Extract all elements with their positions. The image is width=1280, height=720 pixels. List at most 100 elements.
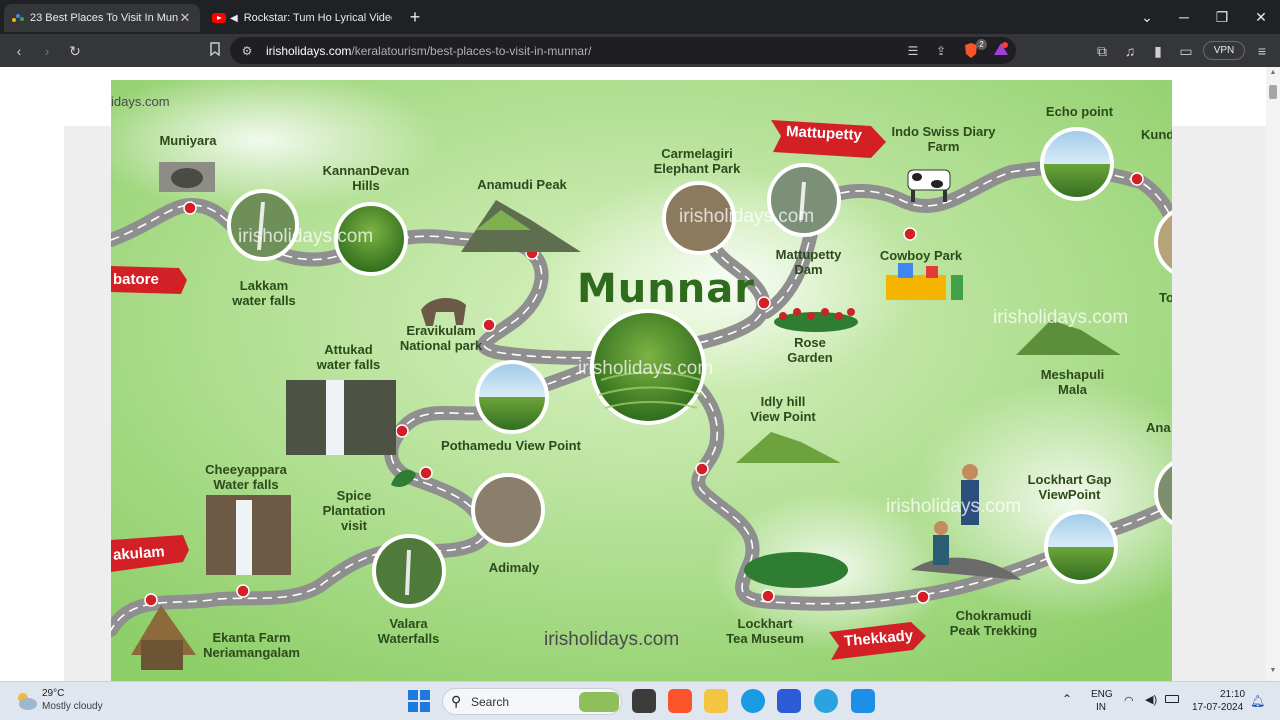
show-hidden-icons-chevron-icon[interactable]: ⌃ (1062, 692, 1072, 706)
sidebar-icon[interactable]: ▮ (1147, 40, 1169, 62)
label-spice-plantation-visit: Spice Plantation visit (322, 488, 386, 533)
label-lockhart-tea-museum: Lockhart Tea Museum (726, 616, 804, 646)
label-chokramudi-peak-trekking: Chokramudi Peak Trekking (949, 608, 1038, 638)
file-explorer-icon[interactable] (704, 689, 728, 713)
label-rose-garden: Rose Garden (787, 335, 833, 365)
maximize-button[interactable]: ❐ (1211, 6, 1233, 28)
label-lockhart-gap-viewpoint: Lockhart Gap ViewPoint (1027, 472, 1112, 502)
map-title: Munnar (577, 266, 755, 312)
close-window-button[interactable]: ✕ (1250, 6, 1272, 28)
url-text: irisholidays.com/keralatourism/best-plac… (266, 43, 592, 58)
label-valara-waterfalls: Valara Waterfalls (377, 616, 440, 646)
site-settings-icon[interactable]: ⚙ (238, 42, 256, 60)
label-kannandevan-hills: KannanDevan Hills (322, 163, 410, 193)
minimize-button[interactable]: ─ (1173, 6, 1195, 28)
extensions-icon[interactable]: ⧉ (1091, 40, 1113, 62)
label-muniyara: Muniyara (159, 133, 217, 148)
top-brand-text: idays.com (111, 94, 170, 109)
label-cheeyappara-water-falls: Cheeyappara Water falls (205, 462, 287, 492)
label-carmelagiri-elephant-park: Carmelagiri Elephant Park (653, 146, 741, 176)
munnar-tourist-map: idays.com irisholidays.com irisholidays.… (111, 80, 1172, 681)
label-anayirangal: Ana (1146, 420, 1171, 435)
label-eravikulam-national-park: Eravikulam National park (399, 323, 483, 353)
watermark-text: irisholidays.com (993, 307, 1129, 328)
label-indo-swiss-diary-farm: Indo Swiss Diary Farm (891, 124, 996, 154)
wifi-icon[interactable]: ◠ (1124, 694, 1134, 707)
volume-icon[interactable]: ◀) (1145, 693, 1157, 706)
label-anamudi-peak: Anamudi Peak (477, 177, 567, 192)
page-scrollbar[interactable]: ▲ ▼ (1266, 67, 1280, 681)
windows-taskbar: 29°C Mostly cloudy ⚲ Search ⌃ ENG IN ◠ ◀… (0, 681, 1280, 720)
label-attukad-water-falls: Attukad water falls (316, 342, 381, 372)
new-tab-button[interactable]: + (404, 6, 426, 28)
clock-time[interactable]: 21:10 (1220, 689, 1245, 700)
watermark-text: irisholidays.com (238, 226, 374, 247)
battery-icon[interactable] (1165, 695, 1179, 703)
edge-browser-icon[interactable] (741, 689, 765, 713)
watermark-text: irisholidays.com (578, 358, 714, 379)
weather-cloudy-icon[interactable] (14, 690, 38, 717)
label-cowboy-park: Cowboy Park (879, 248, 963, 263)
weather-description[interactable]: Mostly cloudy (42, 701, 103, 712)
menu-icon[interactable]: ≡ (1251, 40, 1273, 62)
forward-button[interactable]: › (36, 40, 58, 62)
app-icon[interactable] (851, 689, 875, 713)
windows-start-icon[interactable] (408, 690, 430, 717)
speaker-icon[interactable]: ◀ (230, 13, 238, 24)
bookmark-icon[interactable] (204, 40, 226, 62)
search-highlight-icon (579, 692, 619, 712)
browser-tab-bar: 23 Best Places To Visit In Munnar ✕ ◀ Ro… (0, 0, 1280, 34)
irisholidays-favicon-icon (12, 12, 24, 24)
search-icon: ⚲ (451, 693, 462, 709)
search-placeholder: Search (471, 695, 510, 709)
label-pothamedu-view-point: Pothamedu View Point (441, 438, 581, 453)
scrollbar-thumb[interactable] (1269, 85, 1277, 99)
tab-title: Rockstar: Tum Ho Lyrical Video S (243, 12, 392, 24)
label-mattupetty-dam: Mattupetty Dam (775, 247, 842, 277)
reload-button[interactable]: ↻ (64, 40, 86, 62)
taskbar-search-box[interactable]: ⚲ Search (442, 688, 622, 715)
share-icon[interactable]: ⇪ (932, 42, 950, 60)
youtube-favicon-icon (212, 13, 226, 23)
brave-rewards-icon[interactable] (992, 42, 1010, 60)
wallet-icon[interactable]: ▭ (1175, 40, 1197, 62)
language-region[interactable]: IN (1096, 702, 1106, 713)
watermark-text: irisholidays.com (886, 496, 1022, 517)
tab-search-chevron-icon[interactable]: ⌄ (1136, 6, 1158, 28)
telegram-icon[interactable] (814, 689, 838, 713)
weather-temperature[interactable]: 29°C (42, 688, 64, 699)
media-icon[interactable]: ♫ (1119, 40, 1141, 62)
ribbon-coimbatore: batore (113, 271, 159, 288)
label-kundala: Kund (1141, 127, 1172, 142)
language-indicator[interactable]: ENG (1091, 689, 1113, 700)
label-echo-point: Echo point (1045, 104, 1114, 119)
web-page: idays.com irisholidays.com irisholidays.… (0, 67, 1280, 681)
shields-count-badge: 2 (976, 39, 987, 50)
browser-toolbar: ‹ › ↻ ⚙ irisholidays.com/keralatourism/b… (0, 34, 1280, 67)
microsoft-store-icon[interactable] (777, 689, 801, 713)
address-bar[interactable]: ⚙ irisholidays.com/keralatourism/best-pl… (230, 37, 1016, 64)
clock-date[interactable]: 17-07-2024 (1192, 702, 1243, 713)
label-ekanta-farm-neriamangalam: Ekanta Farm Neriamangalam (203, 630, 300, 660)
watermark-text: irisholidays.com (679, 206, 815, 227)
tab-title: 23 Best Places To Visit In Munnar (30, 12, 178, 24)
map-illustration (111, 80, 1172, 681)
notification-bell-icon[interactable]: 🔔︎ (1250, 694, 1265, 708)
bottom-brand-text: irisholidays.com (544, 629, 680, 650)
ribbon-ernakulam: akulam (112, 543, 166, 564)
tab-rockstar[interactable]: ◀ Rockstar: Tum Ho Lyrical Video S (204, 4, 400, 32)
brave-browser-icon[interactable] (668, 689, 692, 713)
tab-munnar[interactable]: 23 Best Places To Visit In Munnar ✕ (4, 4, 200, 32)
label-top-station: To (1159, 290, 1172, 305)
vpn-button[interactable]: VPN (1203, 41, 1245, 60)
scroll-up-icon[interactable]: ▲ (1268, 69, 1278, 79)
label-meshapuli-mala: Meshapuli Mala (1040, 367, 1105, 397)
label-lakkam-water-falls: Lakkam water falls (232, 278, 296, 308)
task-view-icon[interactable] (632, 689, 656, 713)
tab-close-icon[interactable]: ✕ (178, 10, 192, 26)
vpn-label: VPN (1213, 45, 1235, 56)
reader-mode-icon[interactable]: ☰ (904, 42, 922, 60)
label-idly-hill-view-point: Idly hill View Point (750, 394, 816, 424)
back-button[interactable]: ‹ (8, 40, 30, 62)
scroll-down-icon[interactable]: ▼ (1268, 667, 1278, 677)
